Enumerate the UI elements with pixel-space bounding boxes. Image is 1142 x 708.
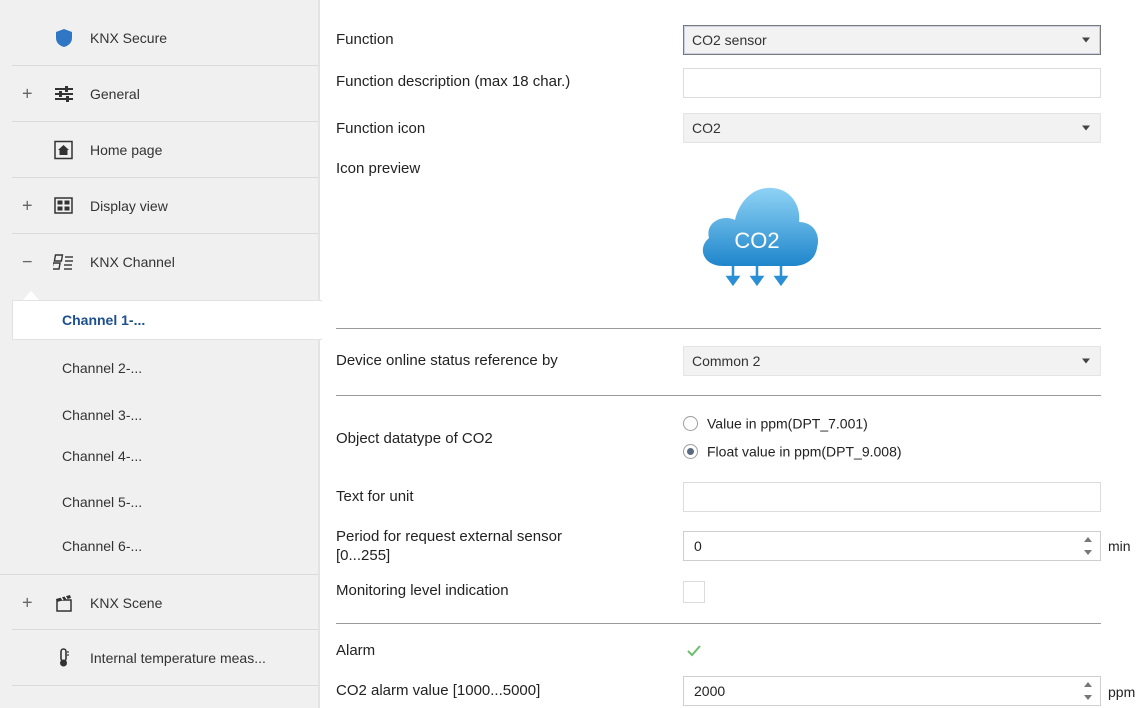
sidebar-item-knx-scene[interactable]: + KNX Scene [0,574,318,630]
sidebar-item-home-page[interactable]: Home page [0,122,318,178]
section-divider [336,328,1101,329]
spin-arrows-icon[interactable] [1084,682,1092,700]
datatype-option-value-ppm[interactable]: Value in ppm(DPT_7.001) [683,414,868,431]
function-icon-dropdown[interactable]: CO2 [683,113,1101,143]
sidebar-item-general[interactable]: + General [0,66,318,122]
function-icon-label: Function icon [336,120,426,137]
radio-label: Value in ppm(DPT_7.001) [707,415,868,432]
sidebar-item-label: Channel 4-... [62,448,143,464]
sidebar-item-label: Home page [90,142,163,158]
online-status-label: Device online status reference by [336,352,558,369]
scene-icon [56,594,72,612]
unit-text-input[interactable] [683,482,1101,512]
home-icon [54,140,73,160]
sidebar-item-channel-1[interactable]: Channel 1-... [12,300,322,340]
datatype-option-float-ppm[interactable]: Float value in ppm(DPT_9.008) [683,442,902,459]
sliders-icon [55,86,73,102]
sidebar-item-label: KNX Secure [90,30,168,46]
check-icon [687,645,701,657]
sidebar-item-channel-4[interactable]: Channel 4-... [0,436,318,476]
period-stepper[interactable]: 0 [683,531,1101,561]
unit-text-label: Text for unit [336,488,414,505]
function-value: CO2 sensor [692,32,767,48]
channel-icon [53,254,73,270]
sidebar-item-label: General [90,86,140,102]
period-value: 0 [694,538,702,554]
expand-icon[interactable]: + [22,84,33,105]
sidebar-item-knx-secure[interactable]: KNX Secure [0,10,318,66]
navigation-sidebar: KNX Secure + General Home page + Display… [0,0,322,708]
chevron-down-icon [1082,358,1090,364]
chevron-down-icon [1082,37,1090,43]
period-unit: min [1108,538,1131,554]
alarm-value: 2000 [694,683,726,699]
function-description-input[interactable] [683,68,1101,98]
parameter-form: Function CO2 sensor Function description… [320,0,1142,708]
chevron-down-icon [1082,125,1090,131]
sidebar-item-label: Channel 2-... [62,360,143,376]
co2-cloud-icon: CO2 [702,187,819,287]
function-icon-value: CO2 [692,120,721,136]
alarm-value-unit: ppm [1108,684,1136,700]
alarm-value-stepper[interactable]: 2000 [683,676,1101,706]
sidebar-item-channel-6[interactable]: Channel 6-... [0,526,318,566]
period-label-line2: [0...255] [336,547,391,564]
sidebar-item-label: Internal temperature meas... [90,650,266,666]
function-dropdown[interactable]: CO2 sensor [683,25,1101,55]
alarm-label: Alarm [336,642,376,659]
expand-icon[interactable]: + [22,592,33,613]
period-label-line1: Period for request external sensor [336,528,562,545]
sidebar-item-label: Channel 5-... [62,494,143,510]
sidebar-item-knx-channel[interactable]: − KNX Channel [0,234,318,290]
radio-circle[interactable] [683,415,698,431]
online-status-value: Common 2 [692,353,761,369]
selection-notch [23,291,39,300]
grid-icon [54,197,73,214]
radio-label: Float value in ppm(DPT_9.008) [707,443,902,460]
sidebar-item-internal-temperature[interactable]: Internal temperature meas... [0,630,318,686]
function-label: Function [336,31,394,48]
section-divider [336,623,1101,624]
alarm-value-label: CO2 alarm value [1000...5000] [336,682,541,699]
sidebar-item-label: Display view [90,198,168,214]
spin-arrows-icon[interactable] [1084,537,1092,555]
sidebar-item-channel-5[interactable]: Channel 5-... [0,482,318,522]
sidebar-item-label: Channel 3-... [62,407,143,423]
monitoring-checkbox[interactable] [683,581,705,603]
sidebar-item-label: KNX Channel [90,254,175,270]
section-divider [336,395,1101,396]
sidebar-item-label: Channel 1-... [62,312,146,328]
cloud-text: CO2 [734,228,779,253]
sidebar-item-display-view[interactable]: + Display view [0,178,318,234]
thermometer-icon [60,648,69,667]
shield-icon [56,29,72,47]
datatype-label: Object datatype of CO2 [336,430,493,447]
icon-preview-label: Icon preview [336,160,421,177]
collapse-icon[interactable]: − [22,252,33,273]
radio-circle-selected[interactable] [683,443,698,459]
alarm-checkbox[interactable] [683,640,705,662]
sidebar-item-label: Channel 6-... [62,538,143,554]
sidebar-item-channel-2[interactable]: Channel 2-... [0,348,318,388]
sidebar-item-channel-3[interactable]: Channel 3-... [0,395,318,435]
expand-icon[interactable]: + [22,196,33,217]
sidebar-item-label: KNX Scene [90,594,163,611]
divider [12,685,318,686]
online-status-dropdown[interactable]: Common 2 [683,346,1101,376]
monitoring-label: Monitoring level indication [336,582,509,599]
function-description-label: Function description (max 18 char.) [336,73,571,90]
